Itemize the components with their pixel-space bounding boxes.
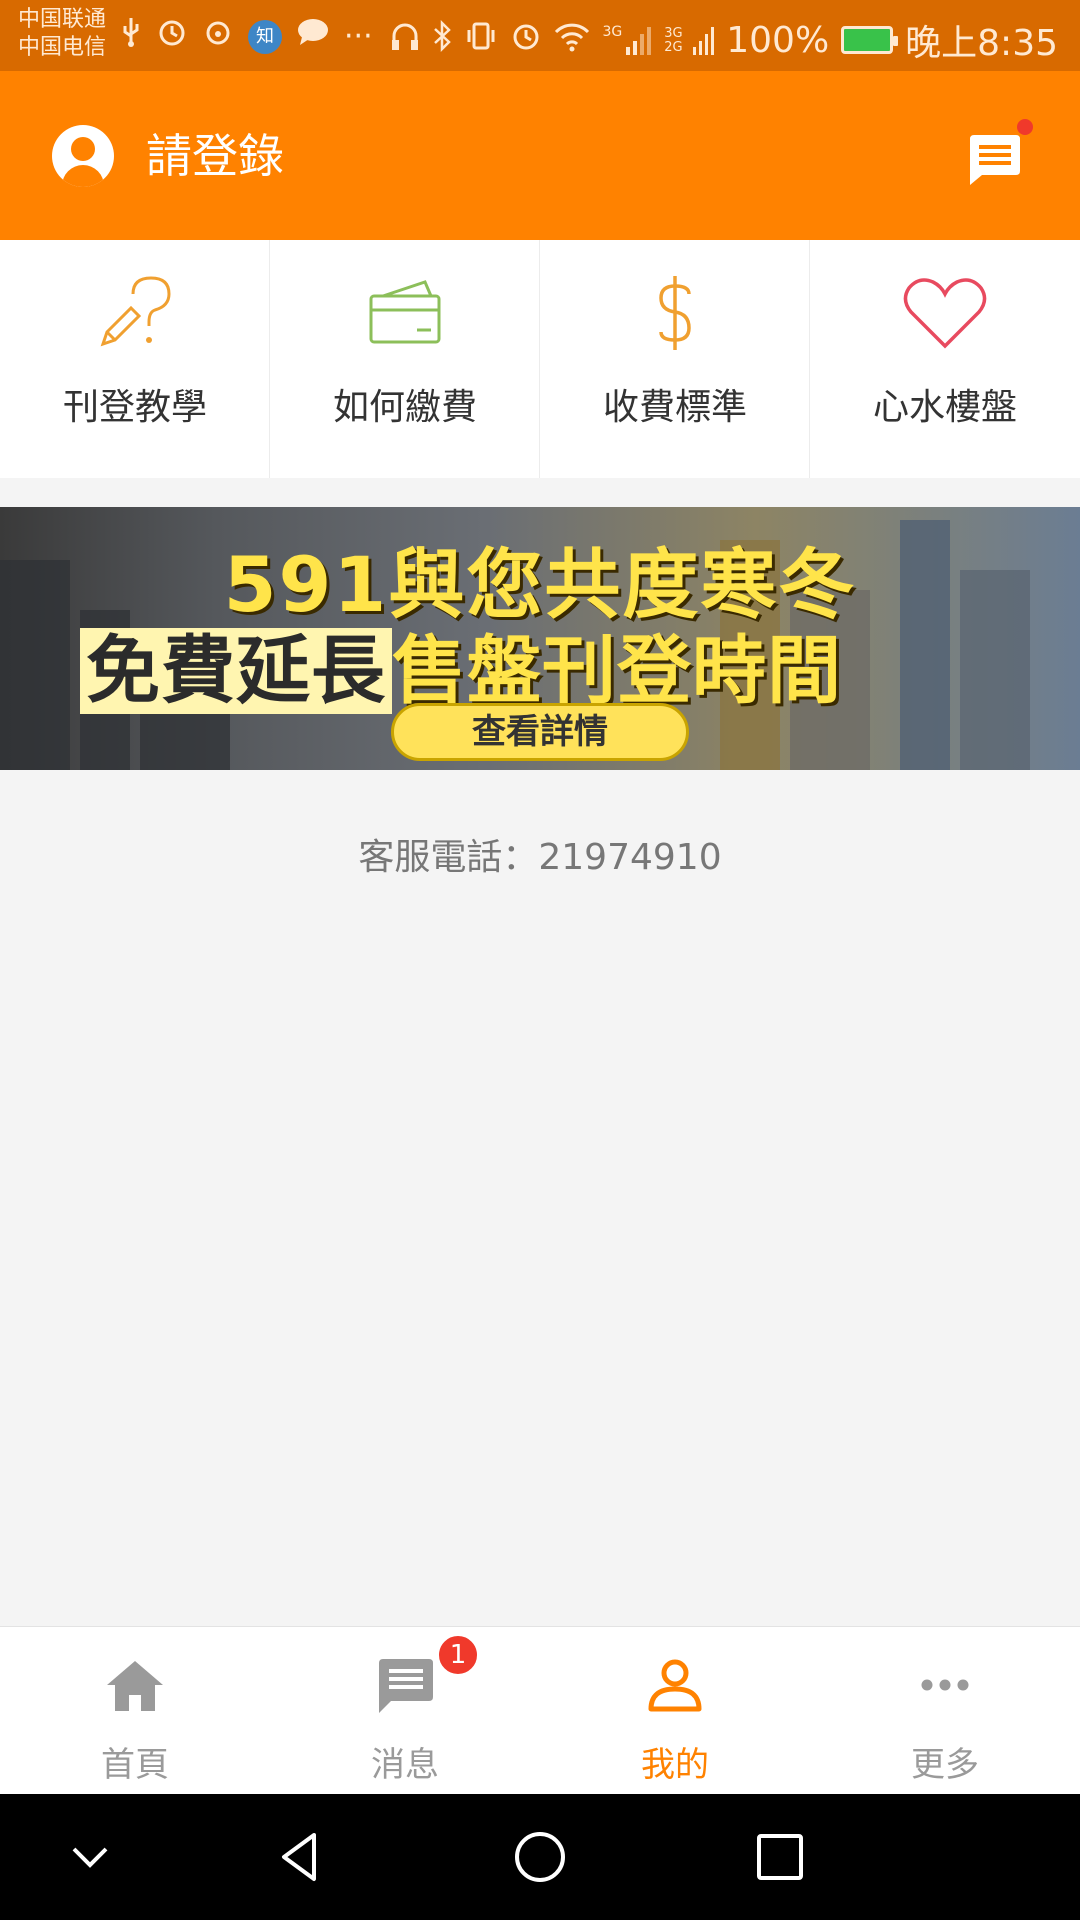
card-icon bbox=[369, 280, 441, 344]
carrier-2: 中国电信 bbox=[18, 35, 107, 60]
message-icon bbox=[379, 1659, 433, 1713]
banner-subheadline-rest: 售盤刊登時間 bbox=[392, 628, 842, 714]
promo-banner[interactable]: 591與您共度寒冬 免費延長售盤刊登時間 查看詳情 bbox=[0, 507, 1080, 770]
hide-nav-chevron-icon[interactable] bbox=[60, 1827, 120, 1887]
carrier-1: 中国联通 bbox=[18, 7, 107, 32]
nav-label: 首頁 bbox=[101, 1745, 169, 1785]
banner-highlight: 免費延長 bbox=[80, 628, 392, 714]
quick-item-label: 刊登教學 bbox=[62, 387, 207, 428]
wifi-icon bbox=[554, 20, 590, 61]
banner-subheadline: 免費延長售盤刊登時間 bbox=[80, 611, 842, 718]
battery-icon bbox=[841, 26, 899, 54]
nav-more[interactable]: 更多 bbox=[810, 1627, 1080, 1795]
quick-item-favorites[interactable]: 心水樓盤 bbox=[810, 240, 1080, 478]
recents-square-icon[interactable] bbox=[750, 1827, 810, 1887]
alarm-icon bbox=[156, 16, 188, 57]
back-icon[interactable] bbox=[270, 1827, 330, 1887]
nav-label: 消息 bbox=[371, 1745, 439, 1785]
nav-mine[interactable]: 我的 bbox=[540, 1627, 810, 1795]
notification-dot bbox=[1017, 119, 1033, 135]
heart-icon bbox=[903, 278, 987, 349]
more-status-text: ··· bbox=[344, 18, 373, 54]
pencil-question-icon bbox=[100, 276, 171, 347]
quick-item-label: 如何繳費 bbox=[332, 387, 477, 428]
clock: 晚上8:35 bbox=[905, 23, 1058, 64]
nav-messages[interactable]: 1 消息 bbox=[270, 1627, 540, 1795]
quick-menu: 刊登教學 如何繳費 收費標準 心水樓盤 bbox=[0, 240, 1080, 478]
dollar-icon bbox=[659, 276, 691, 350]
zhihu-icon: 知 bbox=[248, 19, 282, 54]
headphone-icon bbox=[390, 20, 420, 61]
banner-details-button[interactable]: 查看詳情 bbox=[391, 703, 689, 761]
usb-icon bbox=[120, 16, 142, 57]
profile-header: 請登錄 bbox=[0, 71, 1080, 240]
carrier-info: 中国联通 中国电信 bbox=[18, 6, 106, 62]
signal-1-icon: 3G bbox=[602, 25, 652, 55]
status-icons: 知 ··· bbox=[120, 16, 373, 57]
alarm-icon-2 bbox=[510, 20, 542, 61]
profile-icon bbox=[648, 1659, 702, 1712]
status-right: 3G 3G 2G 100% 晚上8:35 bbox=[390, 14, 1058, 66]
nav-label: 我的 bbox=[641, 1745, 709, 1785]
avatar[interactable] bbox=[52, 125, 114, 187]
bluetooth-icon bbox=[432, 19, 452, 61]
home-icon bbox=[107, 1661, 163, 1711]
messages-button[interactable] bbox=[966, 119, 1033, 189]
chat-icon bbox=[296, 17, 330, 56]
system-nav-bar bbox=[0, 1794, 1080, 1920]
quick-item-label: 收費標準 bbox=[602, 387, 747, 428]
home-circle-icon[interactable] bbox=[510, 1827, 570, 1887]
battery-percent: 100% bbox=[726, 19, 830, 61]
quick-item-label: 心水樓盤 bbox=[872, 387, 1017, 428]
customer-service-phone[interactable]: 客服電話：21974910 bbox=[0, 828, 1080, 880]
unread-badge: 1 bbox=[436, 1633, 480, 1677]
bottom-nav: 首頁 1 消息 我的 更多 bbox=[0, 1626, 1080, 1794]
message-bubble-icon bbox=[970, 135, 1020, 185]
nav-label: 更多 bbox=[911, 1745, 979, 1785]
nav-home[interactable]: 首頁 bbox=[0, 1627, 270, 1795]
vibrate-icon bbox=[464, 20, 498, 61]
signal-2-icon: 3G 2G bbox=[664, 25, 715, 55]
quick-item-how-to-pay[interactable]: 如何繳費 bbox=[270, 240, 540, 478]
quick-item-post-tutorial[interactable]: 刊登教學 bbox=[0, 240, 270, 478]
status-bar: 中国联通 中国电信 知 ··· 3G 3G 2G 100% 晚上8:35 bbox=[0, 0, 1080, 71]
quick-item-fee-standard[interactable]: 收費標準 bbox=[540, 240, 810, 478]
weibo-icon bbox=[202, 16, 234, 57]
more-icon bbox=[921, 1679, 969, 1691]
login-prompt[interactable]: 請登錄 bbox=[146, 127, 284, 185]
